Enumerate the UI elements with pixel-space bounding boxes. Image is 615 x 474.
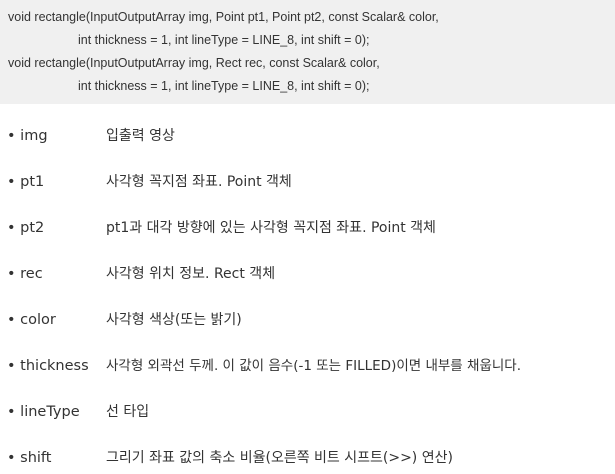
- code-line: void rectangle(InputOutputArray img, Poi…: [8, 10, 439, 24]
- param-description: 사각형 꼭지점 좌표. Point 객체: [106, 174, 292, 190]
- param-item-pt2: • pt2 pt1과 대각 방향에 있는 사각형 꼭지점 좌표. Point 객…: [0, 216, 615, 240]
- param-name: • color: [7, 312, 56, 328]
- param-item-img: • img 입출력 영상: [0, 124, 615, 148]
- param-item-color: • color 사각형 색상(또는 밝기): [0, 308, 615, 332]
- param-description: 사각형 색상(또는 밝기): [106, 312, 242, 328]
- code-block: void rectangle(InputOutputArray img, Poi…: [0, 0, 615, 104]
- param-description: 선 타입: [106, 404, 150, 420]
- param-name: • pt1: [7, 174, 45, 190]
- param-description: pt1과 대각 방향에 있는 사각형 꼭지점 좌표. Point 객체: [106, 220, 436, 236]
- param-description: 그리기 좌표 값의 축소 비율(오른쪽 비트 시프트(>>) 연산): [106, 450, 453, 466]
- param-name: • lineType: [7, 404, 80, 420]
- code-line: int thickness = 1, int lineType = LINE_8…: [78, 33, 370, 47]
- code-line: void rectangle(InputOutputArray img, Rec…: [8, 56, 380, 70]
- param-item-linetype: • lineType 선 타입: [0, 400, 615, 424]
- param-name: • rec: [7, 266, 43, 282]
- param-item-shift: • shift 그리기 좌표 값의 축소 비율(오른쪽 비트 시프트(>>) 연…: [0, 446, 615, 470]
- param-name: • thickness: [7, 358, 89, 374]
- param-name: • pt2: [7, 220, 45, 236]
- param-item-rec: • rec 사각형 위치 정보. Rect 객체: [0, 262, 615, 286]
- param-description: 사각형 위치 정보. Rect 객체: [106, 266, 276, 282]
- param-item-pt1: • pt1 사각형 꼭지점 좌표. Point 객체: [0, 170, 615, 194]
- param-item-thickness: • thickness 사각형 외곽선 두께. 이 값이 음수(-1 또는 FI…: [0, 354, 615, 378]
- code-line: int thickness = 1, int lineType = LINE_8…: [78, 79, 370, 93]
- param-description: 입출력 영상: [106, 128, 175, 144]
- param-description: 사각형 외곽선 두께. 이 값이 음수(-1 또는 FILLED)이면 내부를 …: [106, 358, 521, 374]
- param-name: • shift: [7, 450, 52, 466]
- param-name: • img: [7, 128, 48, 144]
